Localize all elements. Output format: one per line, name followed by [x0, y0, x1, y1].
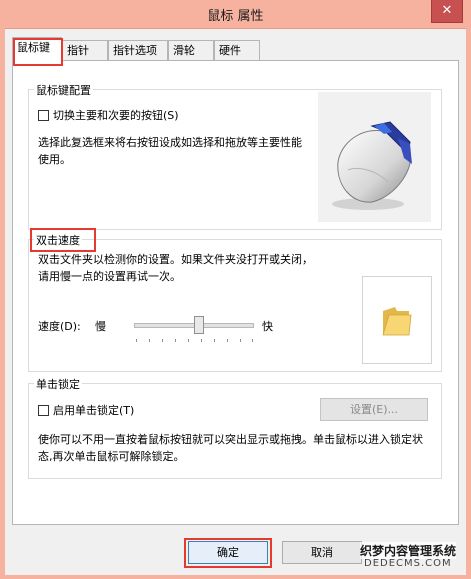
- highlight-tab-annotation: [13, 38, 63, 66]
- slow-label: 慢: [95, 320, 106, 333]
- speed-label: 速度(D):: [38, 320, 81, 333]
- swap-buttons-label[interactable]: 切换主要和次要的按钮(S): [53, 107, 179, 123]
- folder-icon[interactable]: [363, 277, 433, 365]
- highlight-ok-annotation: [184, 538, 272, 568]
- button-config-title: 鼠标键配置: [34, 82, 93, 98]
- mouse-preview: [318, 92, 431, 222]
- window-frame-left: [0, 28, 5, 579]
- tab-hardware[interactable]: 硬件: [214, 40, 260, 60]
- watermark-text: 织梦内容管理系统: [360, 542, 457, 559]
- test-folder-area[interactable]: [362, 276, 432, 364]
- click-lock-settings-button[interactable]: 设置(E)...: [320, 398, 428, 421]
- swap-buttons-checkbox[interactable]: [38, 110, 49, 121]
- click-lock-title: 单击锁定: [34, 376, 82, 392]
- tab-pointer-options[interactable]: 指针选项: [108, 40, 168, 60]
- fast-label: 快: [262, 320, 273, 333]
- double-click-description: 双击文件夹以检测你的设置。如果文件夹没打开或关闭，请用慢一点的设置再试一次。: [38, 253, 313, 283]
- click-lock-description: 使你可以不用一直按着鼠标按钮就可以突出显示或拖拽。单击鼠标以进入锁定状态,再次单…: [38, 433, 423, 463]
- window-frame-right: [466, 28, 471, 579]
- speed-slider-thumb[interactable]: [193, 316, 204, 334]
- title-bar: 鼠标 属性 ✕: [0, 0, 471, 29]
- cancel-button[interactable]: 取消: [282, 541, 362, 564]
- tab-wheel[interactable]: 滑轮: [168, 40, 214, 60]
- highlight-double-click-annotation: [30, 228, 96, 252]
- close-button[interactable]: ✕: [431, 0, 463, 23]
- click-lock-label[interactable]: 启用单击锁定(T): [53, 402, 134, 418]
- window-title: 鼠标 属性: [207, 9, 264, 24]
- mouse-icon: [332, 121, 412, 210]
- tab-pointers[interactable]: 指针: [62, 40, 108, 60]
- window-frame-bottom: [0, 575, 471, 579]
- click-lock-checkbox[interactable]: [38, 405, 49, 416]
- watermark-domain: DEDECMS.COM: [364, 558, 452, 569]
- swap-buttons-description: 选择此复选框来将右按钮设成如选择和拖放等主要性能使用。: [38, 136, 302, 166]
